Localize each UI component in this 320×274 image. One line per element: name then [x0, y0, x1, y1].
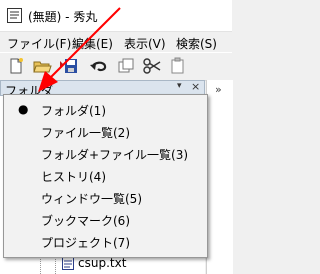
- paste-icon[interactable]: [168, 57, 188, 75]
- pane-dropdown-icon[interactable]: ▾: [177, 81, 182, 91]
- title-bar: (無題) - 秀丸: [0, 0, 232, 32]
- open-folder-icon[interactable]: [32, 57, 52, 75]
- radio-bullet-icon: ●: [18, 102, 29, 116]
- menu-item-label: フォルダ+ファイル一覧(3): [41, 148, 189, 162]
- save-icon[interactable]: [58, 57, 78, 75]
- menu-item-project[interactable]: プロジェクト(7): [6, 230, 205, 252]
- menu-bar: ファイル(F) 編集(E) 表示(V) 検索(S): [0, 32, 232, 52]
- pane-close-icon[interactable]: ×: [191, 80, 200, 93]
- menu-item-file-list[interactable]: ファイル一覧(2): [6, 120, 205, 142]
- overflow-chevron-icon[interactable]: »: [215, 83, 222, 96]
- menu-file[interactable]: ファイル(F): [7, 35, 71, 52]
- menu-item-label: ブックマーク(6): [41, 214, 130, 228]
- menu-item-label: ファイル一覧(2): [41, 126, 130, 140]
- cut-icon[interactable]: [142, 57, 162, 75]
- menu-item-label: ウィンドウ一覧(5): [41, 192, 142, 206]
- hidemaru-app-icon[interactable]: [7, 8, 22, 23]
- undo-icon[interactable]: [89, 57, 109, 75]
- menu-item-label: ヒストリ(4): [41, 170, 106, 184]
- editor-side-panel: »: [206, 80, 233, 274]
- menu-item-window-list[interactable]: ウィンドウ一覧(5): [6, 186, 205, 208]
- text-file-icon: [62, 257, 74, 270]
- menu-item-bookmark[interactable]: ブックマーク(6): [6, 208, 205, 230]
- menu-item-label: プロジェクト(7): [41, 236, 130, 250]
- menu-item-history[interactable]: ヒストリ(4): [6, 164, 205, 186]
- menu-search[interactable]: 検索(S): [176, 35, 217, 52]
- new-file-icon[interactable]: [6, 57, 26, 75]
- menu-edit[interactable]: 編集(E): [72, 35, 113, 52]
- toolbar: [0, 52, 232, 81]
- menu-view[interactable]: 表示(V): [124, 35, 166, 52]
- window-title: (無題) - 秀丸: [28, 10, 98, 24]
- pane-mode-popup-menu: ● フォルダ(1) ファイル一覧(2) フォルダ+ファイル一覧(3) ヒストリ(…: [3, 94, 208, 258]
- menu-item-label: フォルダ(1): [41, 104, 106, 118]
- menu-item-folder[interactable]: ● フォルダ(1): [6, 98, 205, 120]
- copy-icon[interactable]: [116, 57, 136, 75]
- menu-item-folder-file-list[interactable]: フォルダ+ファイル一覧(3): [6, 142, 205, 164]
- file-name[interactable]: csup.txt: [78, 256, 126, 270]
